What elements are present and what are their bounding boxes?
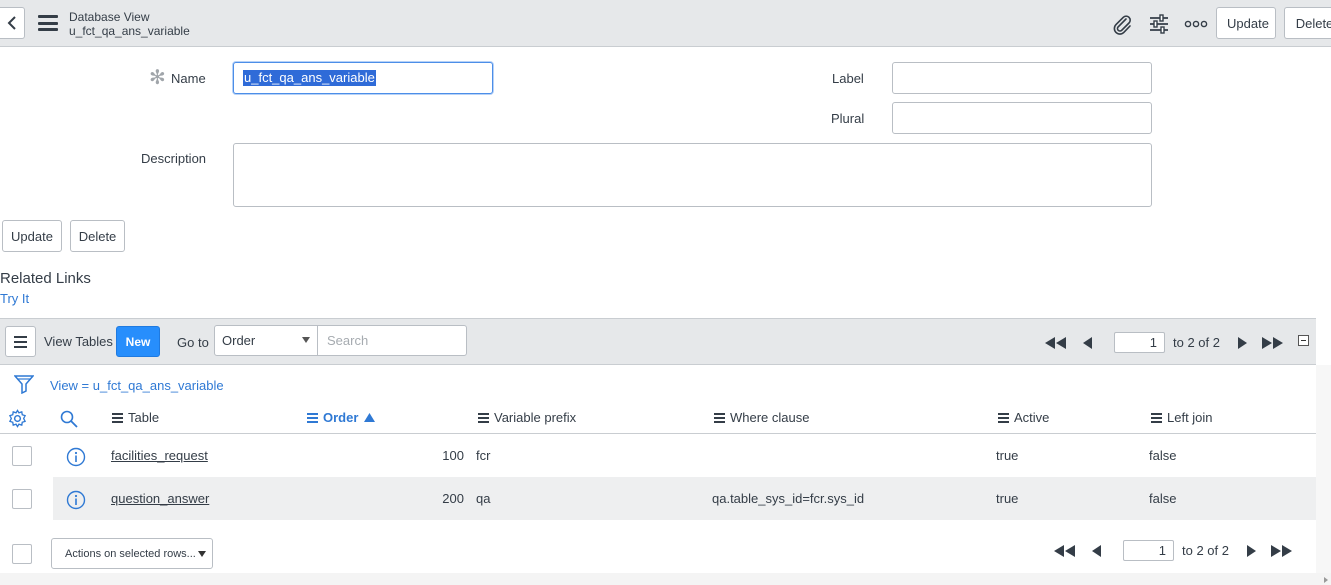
where-cell: qa.table_sys_id=fcr.sys_id (712, 491, 865, 506)
delete-button[interactable]: Delete (70, 220, 125, 252)
form-header: Database View u_fct_qa_ans_variable Upda… (0, 0, 1331, 47)
search-icon[interactable] (60, 410, 78, 431)
page-number-input[interactable]: 1 (1123, 540, 1174, 561)
prev-page-icon[interactable] (1076, 335, 1100, 351)
hamburger-icon[interactable] (38, 15, 58, 31)
chevron-down-icon (198, 551, 206, 557)
chevron-down-icon (302, 337, 310, 343)
paperclip-icon[interactable] (1110, 12, 1134, 36)
row-checkbox[interactable] (12, 446, 32, 466)
column-header-order[interactable]: Order (307, 410, 376, 425)
prefix-cell: fcr (476, 448, 491, 463)
actions-select[interactable]: Actions on selected rows... (51, 538, 213, 569)
column-header-table[interactable]: Table (112, 410, 159, 425)
goto-select[interactable]: Order (214, 325, 318, 356)
column-menu-icon (112, 412, 123, 424)
settings-sliders-icon[interactable] (1147, 12, 1171, 36)
more-icon[interactable] (1184, 12, 1208, 36)
description-label: Description (141, 151, 207, 166)
select-all-checkbox[interactable] (12, 544, 32, 564)
collapse-icon[interactable] (1298, 335, 1309, 346)
plural-field[interactable] (892, 102, 1152, 134)
list-toolbar: View Tables New Go to Order 1 to 2 of 2 (0, 318, 1316, 365)
column-header-left-join[interactable]: Left join (1151, 410, 1213, 425)
table-row: question_answer 200 qa qa.table_sys_id=f… (0, 477, 1316, 520)
prev-page-icon[interactable] (1085, 543, 1109, 559)
column-header-active[interactable]: Active (998, 410, 1049, 425)
back-button[interactable] (0, 7, 25, 39)
last-page-icon[interactable] (1269, 543, 1293, 559)
table-row: facilities_request 100 fcr true false (0, 434, 1316, 477)
column-menu-icon (714, 412, 725, 424)
related-links-title: Related Links (0, 270, 91, 287)
scroll-right-icon[interactable] (1324, 577, 1328, 583)
filter-breadcrumb[interactable]: View = u_fct_qa_ans_variable (50, 378, 224, 393)
try-it-link[interactable]: Try It (0, 291, 29, 306)
active-cell: true (996, 491, 1019, 506)
left-join-cell: false (1149, 448, 1177, 463)
column-menu-icon (478, 412, 489, 424)
first-page-icon[interactable] (1053, 543, 1077, 559)
header-delete-button[interactable]: Delete (1284, 7, 1331, 39)
row-checkbox[interactable] (12, 489, 32, 509)
required-indicator-icon: ✻ (149, 67, 166, 89)
column-header-where-clause[interactable]: Where clause (714, 410, 809, 425)
plural-label: Plural (831, 111, 865, 126)
header-subtitle: u_fct_qa_ans_variable (69, 24, 190, 38)
last-page-icon[interactable] (1260, 335, 1284, 351)
gear-icon[interactable] (8, 409, 27, 431)
update-button[interactable]: Update (2, 220, 62, 252)
column-header-variable-prefix[interactable]: Variable prefix (478, 410, 576, 425)
info-icon[interactable] (66, 447, 86, 470)
new-button[interactable]: New (116, 326, 160, 357)
first-page-icon[interactable] (1044, 335, 1068, 351)
search-input[interactable] (317, 325, 467, 356)
goto-select-value: Order (222, 333, 256, 348)
list-title: View Tables (44, 334, 113, 349)
name-label: Name (171, 71, 206, 86)
actions-select-value: Actions on selected rows... (65, 548, 196, 560)
column-menu-icon (307, 412, 318, 424)
goto-label: Go to (177, 335, 209, 350)
list-menu-button[interactable] (5, 326, 36, 357)
filter-icon[interactable] (13, 374, 35, 397)
table-link[interactable]: facilities_request (111, 448, 208, 463)
header-title-block: Database View u_fct_qa_ans_variable (69, 10, 190, 38)
back-icon (7, 16, 16, 30)
column-menu-icon (1151, 412, 1162, 424)
page-range-text: to 2 of 2 (1173, 335, 1220, 350)
page-range-text: to 2 of 2 (1182, 543, 1229, 558)
header-update-button[interactable]: Update (1216, 7, 1276, 39)
left-join-cell: false (1149, 491, 1177, 506)
description-field[interactable] (233, 143, 1152, 207)
info-icon[interactable] (66, 490, 86, 513)
sort-ascending-icon (364, 413, 376, 422)
page-number-input[interactable]: 1 (1114, 332, 1165, 353)
order-cell: 100 (442, 448, 464, 463)
label-field[interactable] (892, 62, 1152, 94)
horizontal-scrollbar[interactable] (0, 573, 1331, 585)
active-cell: true (996, 448, 1019, 463)
order-cell: 200 (442, 491, 464, 506)
header-title: Database View (69, 10, 150, 24)
column-menu-icon (998, 412, 1009, 424)
label-label: Label (832, 71, 864, 86)
next-page-icon[interactable] (1239, 543, 1263, 559)
next-page-icon[interactable] (1230, 335, 1254, 351)
right-gutter (1316, 365, 1331, 573)
name-value[interactable]: u_fct_qa_ans_variable (243, 70, 376, 86)
prefix-cell: qa (476, 491, 491, 506)
bottom-pager: 1 to 2 of 2 (1053, 540, 1293, 561)
top-pager: 1 to 2 of 2 (1044, 332, 1284, 353)
table-link[interactable]: question_answer (111, 491, 209, 506)
